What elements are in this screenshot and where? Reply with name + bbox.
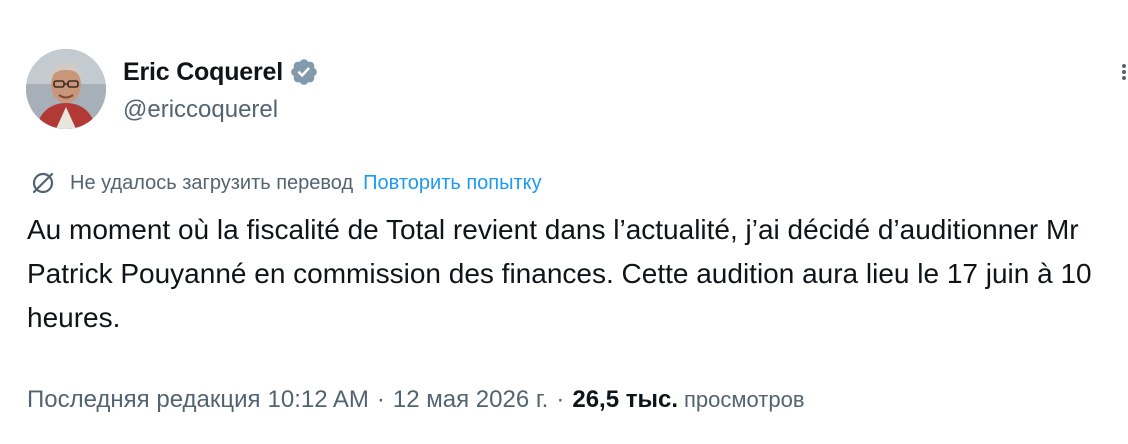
author-name[interactable]: Eric Coquerel: [123, 58, 283, 87]
author-name-row: Eric Coquerel: [123, 56, 319, 88]
tweet-meta: Последняя редакция 10:12 AM · 12 мая 202…: [27, 386, 805, 414]
meta-separator: ·: [376, 386, 385, 413]
views-label: просмотров: [684, 387, 805, 412]
author-handle[interactable]: @ericcoquerel: [123, 96, 278, 124]
avatar-photo: [26, 49, 106, 129]
avatar[interactable]: [26, 49, 106, 129]
translation-status-text: Не удалось загрузить перевод: [70, 171, 354, 194]
retry-translation-link[interactable]: Повторить попытку: [363, 172, 541, 195]
tweet-date[interactable]: 12 мая 2026 г.: [393, 386, 548, 414]
verified-badge-icon[interactable]: [289, 57, 319, 87]
tweet-time[interactable]: 10:12 AM: [268, 386, 369, 414]
tweet-text: Au moment où la fiscalité de Total revie…: [27, 214, 1092, 333]
more-options-icon[interactable]: [1110, 60, 1128, 84]
translation-unavailable-icon: [30, 170, 56, 196]
translation-status-row: Не удалось загрузить перевод Повторить п…: [30, 168, 542, 198]
edited-label[interactable]: Последняя редакция: [27, 386, 261, 414]
meta-separator-2: ·: [556, 386, 565, 413]
views-count: 26,5 тыс.: [572, 386, 679, 413]
